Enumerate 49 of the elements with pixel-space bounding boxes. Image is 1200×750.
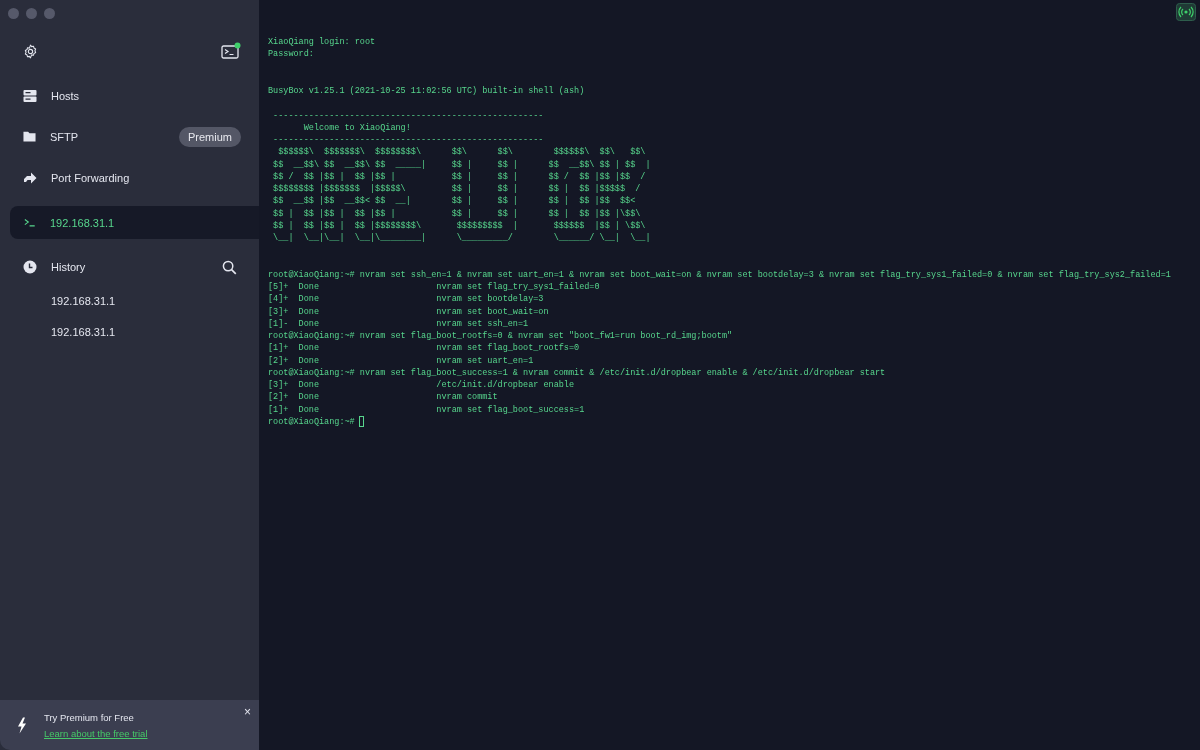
terminal-line: ----------------------------------------------------- [272,134,545,147]
terminal-line: [1]+ Done nvram set flag_boot_rootfs=0 [268,342,581,355]
nav-item[interactable]: SFTP Premium [0,116,259,157]
terminal-line: Password: [268,48,315,61]
terminal-line: [3]+ Done nvram set boot_wait=on [268,305,550,318]
free-trial-link[interactable]: Learn about the free trial [44,727,148,739]
terminal-line: root@XiaoQiang:~# nvram set flag_boot_rootfs=0 & nvram set "boot_fw1=run boot_rd_img;bootm" [268,330,734,343]
terminal-line: $$ __$$ |$$ __$$< $$ __| $$ | $$ | $$ | $$ |$$ $$< [272,195,637,208]
terminal-line: [2]+ Done nvram commit [268,391,499,404]
terminal-line: Welcome to XiaoQiang! [302,121,412,134]
terminal-line: [1]+ Done nvram set flag_boot_success=1 [268,403,586,416]
new-terminal-icon[interactable] [221,42,241,60]
history-heading: History [51,261,87,273]
server-rack-icon [23,88,37,103]
search-icon[interactable] [222,259,237,275]
history-item[interactable]: 192.168.31.1 [0,325,259,339]
terminal-line: ----------------------------------------------------- [272,109,545,122]
terminal-line: [5]+ Done nvram set flag_try_sys1_failed=0 [268,281,601,294]
settings-icon[interactable] [23,43,38,59]
text-cursor [358,416,364,428]
nav-item[interactable]: Hosts [0,75,259,116]
terminal-line: $$ __$$\ $$ __$$\ $$ _____| $$ | $$ | $$ __$$\ $$ | $$ | [272,158,652,171]
close-button[interactable]: × [242,703,253,721]
lightning-icon [17,716,27,734]
history-item[interactable]: 192.168.31.1 [0,294,259,308]
folder-icon [23,130,36,143]
prompt-icon [24,218,36,227]
terminal-line: \__| \__|\__| \__|\________| \_________/ \______/ \__| \__| [272,232,652,245]
terminal-line: BusyBox v1.25.1 (2021-10-25 11:02:56 UTC) built-in shell (ash) [268,85,586,98]
terminal-line: $$ | $$ |$$ | $$ |$$ | $$ | $$ | $$ | $$ |$$ |\$$\ [272,207,642,220]
terminal-line: $$$$$$$$ |$$$$$$$ |$$$$$\ $$ | $$ | $$ | $$ |$$$$$ / [272,183,642,196]
premium-badge: Premium [179,126,241,147]
terminal-line: $$$$$$\ $$$$$$$\ $$$$$$$$\ $$\ $$\ $$$$$$\ $$\ $$\ [277,146,647,159]
terminal-line: $$ | $$ |$$ | $$ |$$$$$$$$\ $$$$$$$$$ | $$$$$$ |$$ | \$$\ [272,219,647,232]
session-tab[interactable]: 192.168.31.1 [10,206,259,239]
terminal-line: [4]+ Done nvram set bootdelay=3 [268,293,545,306]
terminal-line: [2]+ Done nvram set uart_en=1 [268,354,535,367]
arrow-icon [23,170,37,185]
terminal-line: XiaoQiang login: root [268,36,377,49]
nav-item[interactable]: Port Forwarding [0,157,259,198]
terminal-prompt: root@XiaoQiang:~# [268,415,355,428]
terminal-line: [1]- Done nvram set ssh_en=1 [268,317,530,330]
terminal-line: root@XiaoQiang:~# nvram set flag_boot_success=1 & nvram commit & /etc/init.d/dropbear enable & /etc/init.d/dropbear start [268,366,887,379]
terminal-line: $$ / $$ |$$ | $$ |$$ | $$ | $$ | $$ / $$ |$$ |$$ / [272,170,647,183]
promo-title: Try Premium for Free [44,711,134,723]
terminal-line: [3]+ Done /etc/init.d/dropbear enable [268,379,576,392]
terminal-line: root@XiaoQiang:~# nvram set ssh_en=1 & nvram set uart_en=1 & nvram set boot_wait=on & nvram set bootdelay=3 & nvram set flag_try_sys1_failed=0 & nvram set flag_try_sys2_failed=1 [268,268,1172,281]
clock-icon [23,260,37,274]
broadcast-icon[interactable] [1176,3,1196,21]
